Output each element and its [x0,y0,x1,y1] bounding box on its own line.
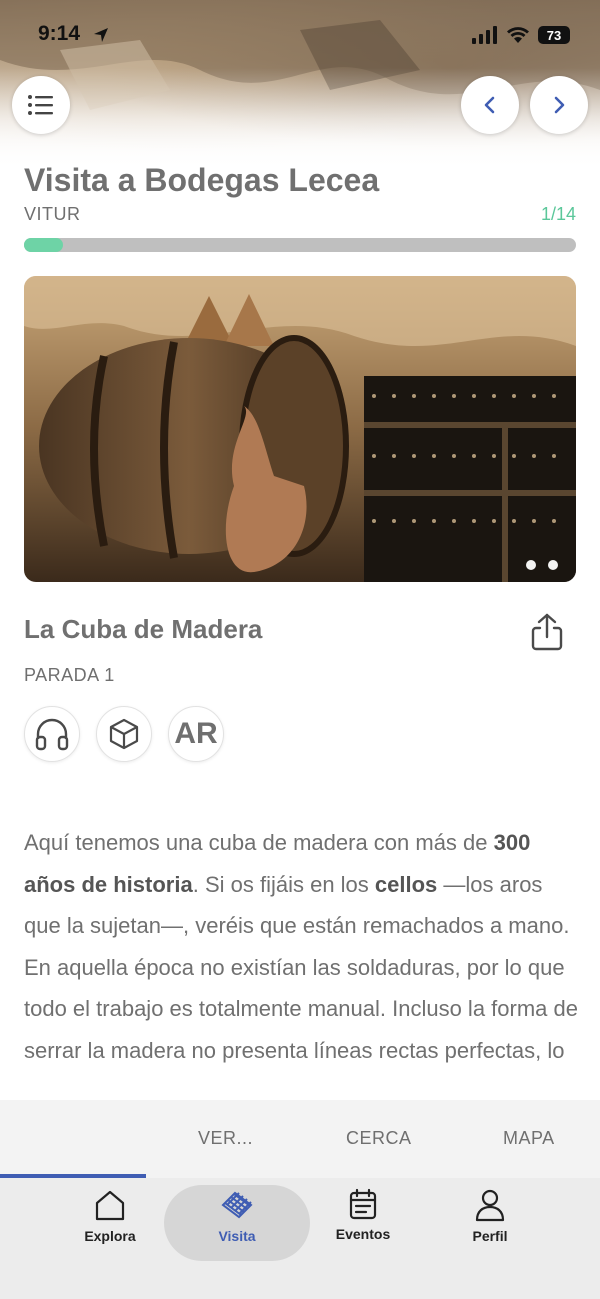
page-title: Visita a Bodegas Lecea [24,162,380,198]
battery-indicator: 73 [538,26,570,44]
audio-button[interactable] [24,706,80,762]
ar-button[interactable]: AR [168,706,224,762]
section-tab-mapa[interactable]: MAPA [503,1128,555,1149]
description-text: —los aros que la sujetan—, veréis que es… [24,871,578,1063]
home-icon [95,1190,125,1221]
visit-icon [221,1191,253,1219]
bottom-tab-bar: Explora Visita Eventos Perfil [0,1178,600,1299]
3d-model-button[interactable] [96,706,152,762]
location-arrow-icon [94,28,108,42]
section-tab-cerca[interactable]: CERCA [346,1128,412,1149]
ar-label: AR [174,717,218,750]
share-icon[interactable] [528,612,566,652]
carousel-dot[interactable] [526,560,536,570]
tab-label: Perfil [472,1228,508,1244]
stop-photo[interactable] [24,276,576,582]
section-tabs: VER... CERCA MAPA [0,1100,600,1178]
chevron-right-icon [554,96,565,114]
description-text: Aquí tenemos una cuba de madera con más … [24,830,494,855]
calendar-icon [349,1188,377,1220]
signal-icon [472,26,497,44]
wifi-icon [507,27,529,43]
cube-icon [109,718,139,750]
description-text: . Si os fijáis en los [192,871,375,897]
carousel-dot[interactable] [548,560,558,570]
tab-visita[interactable]: Visita [164,1188,310,1262]
user-icon [475,1189,505,1222]
tab-label: Eventos [335,1226,391,1242]
carousel-dots[interactable] [526,560,558,570]
previous-stop-button[interactable] [461,76,519,134]
stop-number: PARADA 1 [24,665,115,685]
status-time: 9:14 [38,22,81,45]
progress-bar [24,238,576,252]
tab-label: Visita [218,1228,256,1244]
stop-title: La Cuba de Madera [24,614,263,644]
tab-label: Explora [84,1228,136,1244]
tab-explora[interactable]: Explora [37,1188,183,1262]
progress-counter: 1/14 [540,204,576,224]
description-bold-text: cellos [374,871,438,897]
section-tab-ver[interactable]: VER... [198,1128,253,1149]
tab-eventos[interactable]: Eventos [290,1188,436,1262]
tab-perfil[interactable]: Perfil [417,1188,563,1262]
stop-description: Aquí tenemos una cuba de madera con más … [24,822,584,1102]
list-menu-icon [28,95,53,115]
status-bar: 9:14 73 [0,18,600,54]
next-stop-button[interactable] [530,76,588,134]
battery-level: 73 [546,27,562,43]
tour-provider: VITUR [24,204,81,224]
chevron-left-icon [484,96,495,114]
menu-button[interactable] [12,76,70,134]
headphones-icon [35,718,69,751]
progress-bar-fill [24,238,63,252]
